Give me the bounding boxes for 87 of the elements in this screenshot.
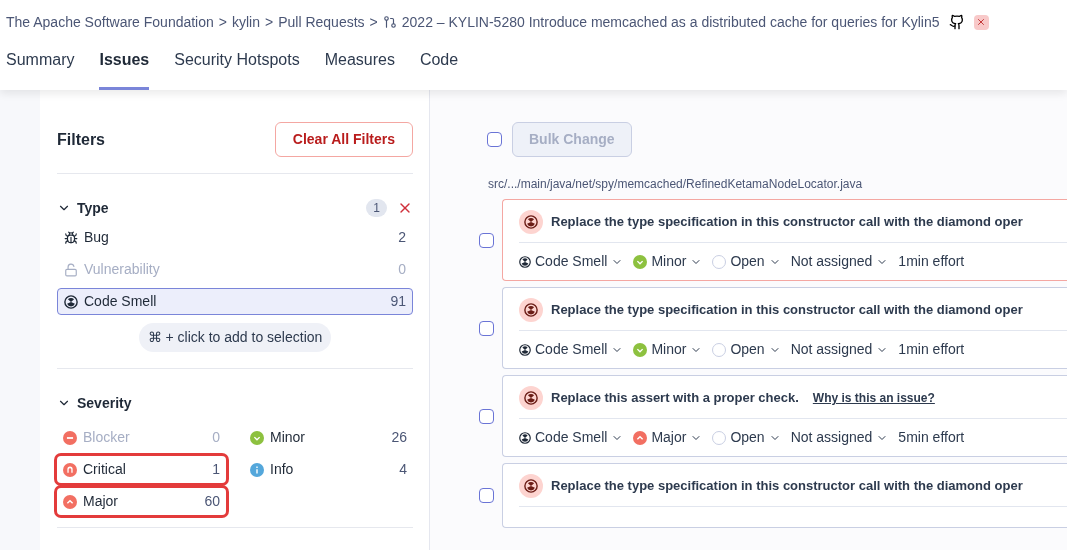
minor-severity-icon xyxy=(633,254,648,269)
severity-section-title: Severity xyxy=(77,393,132,413)
info-severity-icon xyxy=(250,462,264,477)
assignee-dropdown[interactable]: Not assigned xyxy=(790,339,889,360)
type-dropdown[interactable]: Code Smell xyxy=(519,251,624,272)
issue-message[interactable]: Replace the type specification in this constructor call with the diamond oper xyxy=(551,300,1023,320)
select-all-checkbox[interactable] xyxy=(487,132,502,147)
severity-filter-item[interactable]: Major 60 xyxy=(57,488,226,515)
issue-message[interactable]: Replace the type specification in this constructor call with the diamond oper xyxy=(551,476,1023,496)
issue-checkbox[interactable] xyxy=(479,232,494,248)
blocker-severity-icon xyxy=(63,430,77,445)
type-label: Code Smell xyxy=(535,340,608,359)
issue-message[interactable]: Replace the type specification in this constructor call with the diamond oper xyxy=(551,212,1023,232)
code-smell-icon xyxy=(519,474,543,498)
minor-severity-icon xyxy=(633,342,648,357)
severity-filter-item[interactable]: Info 4 xyxy=(244,456,413,483)
severity-dropdown[interactable]: Major xyxy=(633,427,703,448)
tab[interactable]: Code xyxy=(419,44,459,90)
code-smell-icon xyxy=(64,294,78,309)
close-button[interactable] xyxy=(973,14,989,30)
assignee-dropdown[interactable]: Not assigned xyxy=(790,427,889,448)
breadcrumb-link[interactable]: kylin xyxy=(232,11,260,33)
status-label: Open xyxy=(730,428,765,447)
effort-label: 5min effort xyxy=(898,428,965,447)
breadcrumb-separator: > xyxy=(265,12,274,32)
status-dropdown[interactable]: Open xyxy=(712,339,781,360)
severity-dropdown[interactable]: Minor xyxy=(633,339,703,360)
issue-checkbox[interactable] xyxy=(479,408,494,424)
pull-request-icon xyxy=(382,15,397,29)
type-section-title: Type xyxy=(77,198,110,218)
count-badge: 1 xyxy=(366,199,387,217)
issue-card[interactable]: Replace the type specification in this constructor call with the diamond oper xyxy=(502,463,1067,528)
code-smell-icon xyxy=(519,298,543,322)
issue-checkbox[interactable] xyxy=(479,320,494,336)
assignee-label: Not assigned xyxy=(790,252,873,271)
github-icon[interactable] xyxy=(948,14,965,30)
status-dropdown[interactable]: Open xyxy=(712,427,781,448)
critical-severity-icon xyxy=(63,462,77,477)
severity-filter-item[interactable]: Critical 1 xyxy=(57,456,226,483)
filters-title: Filters xyxy=(57,129,105,150)
status-label: Open xyxy=(730,252,765,271)
severity-label: Minor xyxy=(651,340,687,359)
assignee-label: Not assigned xyxy=(790,428,873,447)
issue-message[interactable]: Replace this assert with a proper check. xyxy=(551,388,799,408)
assignee-dropdown[interactable]: Not assigned xyxy=(790,251,889,272)
severity-filter-item[interactable]: Minor 26 xyxy=(244,424,413,451)
type-label: Code Smell xyxy=(535,428,608,447)
type-filter-item[interactable]: Bug 2 xyxy=(57,224,413,251)
code-smell-icon xyxy=(519,386,543,410)
assignee-label: Not assigned xyxy=(790,340,873,359)
clear-all-filters-button[interactable]: Clear All Filters xyxy=(274,122,413,157)
close-icon xyxy=(976,17,987,27)
issue-checkbox[interactable] xyxy=(479,488,494,503)
code-smell-icon xyxy=(519,431,531,444)
breadcrumb-link[interactable]: 2022 – KYLIN-5280 Introduce memcached as a distributed cache for queries for Kylin5 xyxy=(401,11,940,33)
type-dropdown[interactable]: Code Smell xyxy=(519,427,624,448)
lock-icon xyxy=(64,262,78,277)
issue-card[interactable]: Replace the type specification in this constructor call with the diamond oper Code Smell Minor Open Not assigned 1min effort xyxy=(502,287,1067,369)
severity-label: Major xyxy=(651,428,687,447)
selection-hint: ⌘ + click to add to selection xyxy=(138,323,332,352)
status-dropdown[interactable]: Open xyxy=(712,251,781,272)
issue-card[interactable]: Replace this assert with a proper check. Why is this an issue? Code Smell Major Open Not assigned 5min effort xyxy=(502,375,1067,457)
type-dropdown[interactable]: Code Smell xyxy=(519,339,624,360)
code-smell-icon xyxy=(519,343,531,356)
tab[interactable]: Measures xyxy=(324,44,395,90)
file-path: src/.../main/java/net/spy/memcached/RefinedKetamaNodeLocator.java xyxy=(488,176,864,193)
effort-label: 1min effort xyxy=(898,252,965,271)
type-filter-item[interactable]: Code Smell 91 xyxy=(57,288,413,315)
bug-icon xyxy=(64,230,78,245)
severity-dropdown[interactable]: Minor xyxy=(633,251,703,272)
effort-label: 1min effort xyxy=(898,340,965,359)
why-is-this-an-issue-link[interactable]: Why is this an issue? xyxy=(812,389,935,407)
tab[interactable]: Security Hotspots xyxy=(174,44,300,90)
type-label: Code Smell xyxy=(535,252,608,271)
major-severity-icon xyxy=(63,494,77,509)
code-smell-icon xyxy=(519,255,531,268)
minor-severity-icon xyxy=(250,430,264,445)
issue-card[interactable]: Replace the type specification in this constructor call with the diamond oper Code Smell Minor Open Not assigned 1min effort xyxy=(502,199,1067,281)
breadcrumb-separator: > xyxy=(218,12,227,32)
code-smell-icon xyxy=(519,210,543,234)
breadcrumb-link[interactable]: The Apache Software Foundation xyxy=(6,11,214,33)
status-label: Open xyxy=(730,340,765,359)
breadcrumb-separator: > xyxy=(369,12,378,32)
major-severity-icon xyxy=(633,430,648,445)
tab[interactable]: Summary xyxy=(6,44,75,90)
breadcrumb-link[interactable]: Pull Requests xyxy=(278,11,365,33)
severity-label: Minor xyxy=(651,252,687,271)
